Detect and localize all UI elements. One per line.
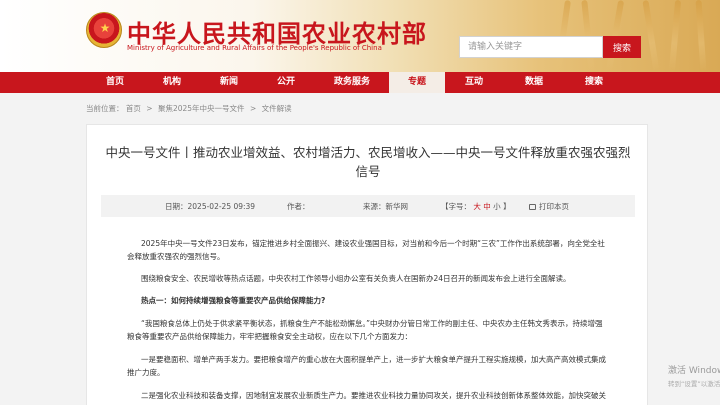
- nav-item-public[interactable]: 公开: [266, 72, 306, 93]
- site-header: ★ 中华人民共和国农业农村部 Ministry of Agriculture a…: [0, 0, 720, 72]
- main-nav: 首页 机构 新闻 公开 政务服务 专题 互动 数据 搜索: [0, 72, 720, 93]
- font-size-control: 【字号： 大 中 小 】: [441, 201, 511, 212]
- article-paragraph: 一是要稳面积、增单产两手发力。要把粮食增产的重心放在大面积提单产上，进一步扩大粮…: [127, 355, 606, 377]
- breadcrumb-link-interpretation[interactable]: 文件解读: [262, 104, 292, 113]
- article-paragraph: 二是强化农业科技和装备支撑，因地制宜发展农业新质生产力。要推进农业科技力量协同攻…: [141, 391, 606, 400]
- national-emblem-icon: ★: [86, 12, 122, 48]
- article-author: 作者：: [287, 202, 310, 211]
- article-paragraph: “我国粮食总体上仍处于供求紧平衡状态，抓粮食生产不能松劲懈怠。”中央财办分管日常…: [127, 319, 603, 341]
- article-meta-bar: 日期：2025-02-25 09:39 作者： 来源：新华网 【字号： 大 中 …: [101, 195, 635, 217]
- windows-activation-watermark: 激活 Windows: [668, 366, 720, 376]
- article-title: 中央一号文件丨推动农业增效益、农村增活力、农民增收入——中央一号文件释放重农强农…: [105, 145, 631, 179]
- breadcrumb-prefix: 当前位置：: [86, 104, 124, 113]
- nav-item-institutions[interactable]: 机构: [152, 72, 192, 93]
- wheat-decoration: [642, 0, 660, 72]
- wheat-decoration: [668, 0, 682, 72]
- breadcrumb-separator: >: [249, 104, 257, 113]
- breadcrumb-link-focus[interactable]: 聚焦2025年中央一号文件: [158, 104, 245, 113]
- article-subheading: 热点一：如何持续增强粮食等重要农产品供给保障能力?: [141, 296, 326, 305]
- nav-item-gov-services[interactable]: 政务服务: [323, 72, 381, 93]
- font-size-close: 】: [503, 202, 511, 211]
- nav-item-search[interactable]: 搜索: [574, 72, 614, 93]
- wheat-decoration: [695, 0, 707, 72]
- nav-item-home[interactable]: 首页: [95, 72, 135, 93]
- breadcrumb-link-home[interactable]: 首页: [126, 104, 141, 113]
- nav-item-data[interactable]: 数据: [514, 72, 554, 93]
- font-size-medium-link[interactable]: 中: [483, 202, 491, 211]
- nav-item-news[interactable]: 新闻: [209, 72, 249, 93]
- windows-activation-hint: 转到“设置”以激活: [668, 380, 720, 388]
- print-page-link[interactable]: 打印本页: [529, 201, 569, 212]
- print-icon: [529, 204, 536, 210]
- article-card: 中央一号文件丨推动农业增效益、农村增活力、农民增收入——中央一号文件释放重农强农…: [86, 124, 648, 405]
- breadcrumb-separator: >: [146, 104, 153, 113]
- font-size-label: 【字号：: [441, 202, 471, 211]
- font-size-small-link[interactable]: 小: [493, 202, 501, 211]
- site-subtitle: Ministry of Agriculture and Rural Affair…: [127, 44, 382, 52]
- article-source: 来源：新华网: [363, 202, 408, 211]
- article-paragraph: 2025年中央一号文件23日发布，锚定推进乡村全面振兴、建设农业强国目标，对当前…: [127, 239, 605, 261]
- search-input[interactable]: [459, 36, 603, 58]
- article-paragraph: 围绕粮食安全、农民增收等热点话题，中央农村工作领导小组办公室有关负责人在国新办2…: [141, 274, 571, 283]
- search-button[interactable]: 搜索: [603, 36, 641, 58]
- article-date: 日期：2025-02-25 09:39: [165, 202, 256, 211]
- print-label: 打印本页: [539, 202, 569, 211]
- nav-item-topics[interactable]: 专题: [389, 72, 445, 93]
- breadcrumb: 当前位置： 首页 > 聚焦2025年中央一号文件 > 文件解读: [86, 103, 292, 114]
- nav-item-interaction[interactable]: 互动: [454, 72, 494, 93]
- font-size-large-link[interactable]: 大: [473, 202, 481, 211]
